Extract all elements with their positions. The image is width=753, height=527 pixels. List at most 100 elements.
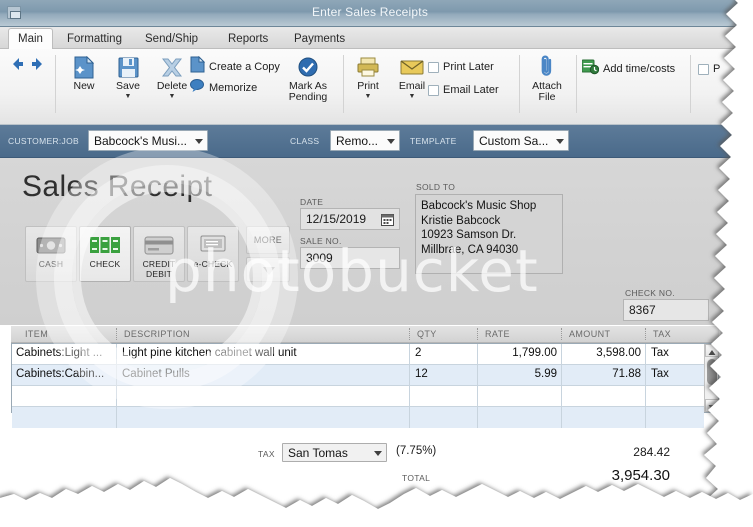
template-label: TEMPLATE — [410, 136, 457, 146]
table-row[interactable] — [12, 386, 704, 407]
delete-button[interactable]: Delete ▼ — [150, 55, 194, 100]
class-select[interactable]: Remo... — [330, 130, 400, 151]
save-disk-icon — [106, 55, 150, 79]
print-button[interactable]: Print ▼ — [346, 55, 390, 100]
column-header-tax: TAX — [653, 329, 672, 339]
ribbon-tab-strip: Main Formatting Send/Ship Reports Paymen… — [0, 27, 740, 49]
chevron-down-icon[interactable] — [387, 139, 395, 144]
sale-no-value: 3009 — [306, 251, 333, 265]
email-later-checkbox[interactable]: Email Later — [428, 81, 499, 99]
window-title-bar: Enter Sales Receipts — [0, 0, 740, 27]
table-row[interactable]: Cabinets:Cabin... Cabinet Pulls 12 5.99 … — [12, 365, 704, 386]
clipped-process-payment-checkbox[interactable]: P — [698, 60, 720, 78]
cell-qty: 12 — [415, 368, 428, 380]
tax-code-value: San Tomas — [288, 446, 348, 460]
sold-to-line-2: Kristie Babcock — [421, 214, 501, 227]
chevron-down-icon[interactable] — [374, 451, 382, 456]
create-copy-button[interactable]: Create a Copy — [190, 55, 280, 76]
line-items-scrollbar[interactable] — [704, 344, 719, 412]
column-header-rate: RATE — [485, 329, 510, 339]
calendar-icon[interactable] — [381, 212, 394, 229]
clipped-checkbox-label: P — [713, 63, 721, 75]
print-dropdown-caret-icon[interactable]: ▼ — [346, 93, 390, 100]
mark-as-pending-button[interactable]: Mark As Pending — [280, 55, 336, 103]
payment-method-credit-debit[interactable]: CREDIT DEBIT — [133, 226, 185, 282]
sold-to-field[interactable]: Babcock's Music Shop Kristie Babcock 109… — [415, 194, 563, 274]
tax-label: TAX — [258, 449, 275, 459]
scroll-down-arrow-icon[interactable] — [705, 399, 719, 412]
email-later-checkbox-box[interactable] — [428, 84, 439, 96]
cell-tax: Tax — [651, 368, 669, 380]
column-header-description: DESCRIPTION — [124, 329, 190, 339]
scroll-up-arrow-icon[interactable] — [705, 344, 719, 357]
cell-amount: 71.88 — [612, 368, 641, 380]
echeck-screen-icon — [188, 230, 238, 260]
save-button[interactable]: Save ▼ — [106, 55, 150, 100]
cell-item: Cabinets:Light ... — [16, 347, 103, 359]
clipped-checkbox-box[interactable] — [698, 63, 709, 75]
tab-main[interactable]: Main — [8, 28, 53, 49]
total-amount: 3,954.30 — [611, 467, 670, 484]
memorize-icon — [190, 78, 205, 98]
ribbon-toolbar: Find New Save — [0, 49, 740, 144]
delete-dropdown-caret-icon[interactable]: ▼ — [150, 93, 194, 100]
attach-file-button[interactable]: Attach File — [524, 55, 570, 103]
window-title: Enter Sales Receipts — [311, 5, 429, 19]
add-time-costs-button[interactable]: Add time/costs — [581, 59, 675, 78]
date-field[interactable]: 12/15/2019 — [300, 208, 400, 230]
template-value: Custom Sa... — [479, 134, 549, 148]
customer-job-bar: CUSTOMER:JOB Babcock's Musi... CLASS Rem… — [0, 125, 740, 158]
save-button-label: Save — [116, 80, 140, 92]
chevron-down-icon[interactable] — [195, 139, 203, 144]
chevron-down-icon[interactable] — [556, 139, 564, 144]
print-later-label: Print Later — [443, 61, 494, 73]
total-label: TOTAL — [402, 473, 431, 483]
mark-pending-check-icon — [280, 55, 336, 79]
sold-to-line-1: Babcock's Music Shop — [421, 200, 537, 212]
payment-method-cash-label: CASH — [38, 259, 64, 269]
cell-description: Cabinet Pulls — [122, 368, 190, 380]
previous-arrow-icon[interactable] — [10, 57, 23, 70]
save-dropdown-caret-icon[interactable]: ▼ — [106, 93, 150, 100]
delete-button-label: Delete — [156, 80, 188, 92]
payment-method-cash[interactable]: CASH — [25, 226, 77, 282]
payment-method-echeck-label: e-CHECK — [193, 259, 233, 269]
tax-code-select[interactable]: San Tomas — [282, 443, 387, 462]
tax-rate-text: (7.75%) — [396, 445, 437, 457]
check-money-icon — [80, 230, 130, 260]
sold-to-line-4: Millbrae, CA 94030 — [421, 243, 519, 256]
table-row[interactable] — [12, 407, 704, 428]
tab-send-ship[interactable]: Send/Ship — [136, 29, 207, 49]
more-payment-methods-button[interactable]: MORE — [246, 226, 290, 254]
next-arrow-icon[interactable] — [30, 57, 43, 70]
memorize-button[interactable]: Memorize — [190, 79, 280, 97]
cell-amount: 3,598.00 — [596, 347, 641, 359]
template-select[interactable]: Custom Sa... — [473, 130, 569, 151]
date-label: DATE — [300, 197, 324, 207]
payment-method-credit-debit-label: CREDIT DEBIT — [142, 259, 176, 279]
customer-job-select[interactable]: Babcock's Musi... — [88, 130, 208, 151]
payment-method-echeck[interactable]: e-CHECK — [187, 226, 239, 282]
sale-no-label: SALE NO. — [300, 236, 342, 246]
print-later-checkbox[interactable]: Print Later — [428, 58, 499, 76]
column-header-qty: QTY — [417, 329, 437, 339]
delete-x-icon — [150, 55, 194, 79]
check-no-value: 8367 — [629, 303, 656, 317]
line-items-table: Cabinets:Light ... Light pine kitchen ca… — [11, 343, 719, 428]
scrollbar-thumb[interactable] — [707, 359, 717, 385]
new-button[interactable]: New — [62, 55, 106, 92]
print-button-label: Print — [357, 80, 379, 92]
print-later-checkbox-box[interactable] — [428, 61, 439, 73]
sale-no-field[interactable]: 3009 — [300, 247, 400, 269]
line-items-header: ITEM DESCRIPTION QTY RATE AMOUNT TAX — [11, 326, 719, 343]
tax-row: TAX San Tomas (7.75%) 284.42 — [0, 443, 740, 466]
tab-reports[interactable]: Reports — [219, 29, 277, 49]
tab-payments[interactable]: Payments — [285, 29, 354, 49]
new-document-icon — [62, 55, 106, 79]
more-payment-methods-caret-icon[interactable] — [246, 257, 290, 282]
check-no-field[interactable]: 8367 — [623, 299, 709, 321]
payment-method-check[interactable]: CHECK — [79, 226, 131, 282]
tab-formatting[interactable]: Formatting — [58, 29, 131, 49]
attach-file-label: Attach File — [532, 80, 562, 103]
table-row[interactable]: Cabinets:Light ... Light pine kitchen ca… — [12, 344, 704, 365]
